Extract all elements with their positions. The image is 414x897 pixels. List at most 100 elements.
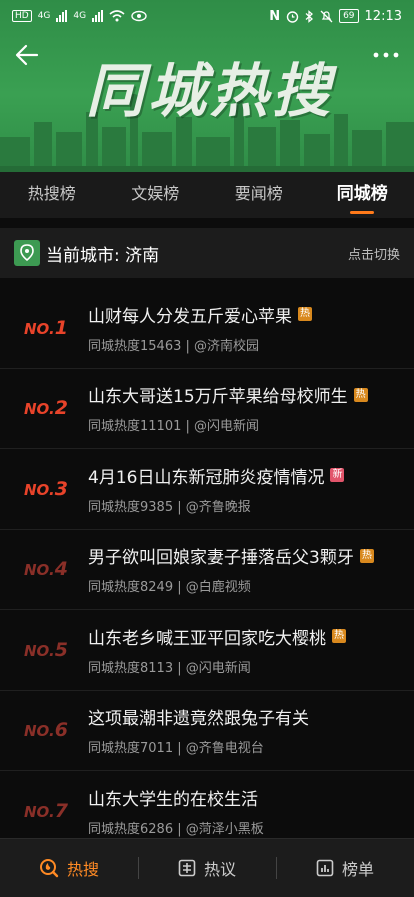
item-title-row: 男子欲叫回娘家妻子捶落岳父3颗牙 热 xyxy=(88,543,414,568)
item-heat: 同城热度9385 xyxy=(88,499,174,515)
hot-list-item[interactable]: NO.1 山财每人分发五斤爱心苹果 热 同城热度15463 | @济南校园 xyxy=(0,288,414,369)
item-source: | @闪电新闻 xyxy=(177,660,251,676)
item-source: | @白鹿视频 xyxy=(177,580,251,596)
eye-icon xyxy=(131,10,147,22)
item-meta: 同城热度6286 | @菏泽小黑板 xyxy=(88,818,414,837)
item-content: 山东老乡喊王亚平回家吃大樱桃 热 同城热度8113 | @闪电新闻 xyxy=(88,624,414,676)
hd-indicator: HD xyxy=(12,10,32,22)
mute-icon xyxy=(320,10,333,22)
hot-list-item[interactable]: NO.3 4月16日山东新冠肺炎疫情情况 新 同城热度9385 | @齐鲁晚报 xyxy=(0,449,414,530)
item-content: 4月16日山东新冠肺炎疫情情况 新 同城热度9385 | @齐鲁晚报 xyxy=(88,463,414,515)
item-content: 这项最潮非遗竟然跟兔子有关 同城热度7011 | @齐鲁电视台 xyxy=(88,704,414,756)
nav-discussion-label: 热议 xyxy=(203,860,236,879)
item-title: 4月16日山东新冠肺炎疫情情况 xyxy=(88,467,325,488)
wifi-icon xyxy=(109,10,125,22)
rank-number: NO.6 xyxy=(0,719,88,741)
rank-prefix: NO. xyxy=(24,561,55,580)
nav-ranking-label: 榜单 xyxy=(341,860,374,879)
nav-hot-search[interactable]: 热搜 xyxy=(0,839,138,897)
item-title-row: 山东老乡喊王亚平回家吃大樱桃 热 xyxy=(88,624,414,649)
rank-value: 3 xyxy=(54,477,68,500)
rank-number: NO.5 xyxy=(0,639,88,661)
item-title-row: 这项最潮非遗竟然跟兔子有关 xyxy=(88,704,414,729)
tab-entertainment[interactable]: 文娱榜 xyxy=(104,172,208,218)
rank-value: 5 xyxy=(54,638,68,661)
item-title: 山财每人分发五斤爱心苹果 xyxy=(88,306,292,327)
tab-news[interactable]: 要闻榜 xyxy=(207,172,311,218)
rank-value: 6 xyxy=(54,719,68,742)
battery-indicator: 69 xyxy=(339,9,359,23)
item-source: | @菏泽小黑板 xyxy=(177,821,264,837)
tab-local[interactable]: 同城榜 xyxy=(311,172,414,218)
back-arrow-icon[interactable] xyxy=(14,42,40,68)
item-content: 山东大学生的在校生活 同城热度6286 | @菏泽小黑板 xyxy=(88,785,414,837)
switch-city-link[interactable]: 点击切换 xyxy=(348,244,400,263)
rank-prefix: NO. xyxy=(24,722,55,741)
network-type: 4G xyxy=(37,11,51,21)
item-badge: 热 xyxy=(359,548,374,563)
item-title-row: 山东大学生的在校生活 xyxy=(88,785,414,810)
clock: 12:13 xyxy=(364,8,402,24)
bluetooth-icon xyxy=(305,9,314,23)
hot-list-item[interactable]: NO.6 这项最潮非遗竟然跟兔子有关 同城热度7011 | @齐鲁电视台 xyxy=(0,691,414,771)
network-type: 4G xyxy=(73,11,87,21)
item-meta: 同城热度8249 | @白鹿视频 xyxy=(88,576,414,595)
banner-title: 同城热搜 xyxy=(86,57,335,125)
item-badge: 热 xyxy=(353,387,368,402)
item-title: 山东大学生的在校生活 xyxy=(88,789,258,810)
rank-prefix: NO. xyxy=(24,802,55,821)
item-meta: 同城热度11101 | @闪电新闻 xyxy=(88,415,414,434)
location-pin-icon xyxy=(14,240,40,266)
rank-number: NO.3 xyxy=(0,478,88,500)
status-bar: HD 4G 4G N 69 12:13 xyxy=(0,0,414,32)
chart-list-icon xyxy=(316,859,334,877)
bottom-nav: 热搜 热议 榜单 xyxy=(0,838,414,897)
nav-discussion[interactable]: 热议 xyxy=(138,839,276,897)
current-city-label: 当前城市: 济南 xyxy=(46,245,160,266)
item-title-row: 山财每人分发五斤爱心苹果 热 xyxy=(88,302,414,327)
hot-list-item[interactable]: NO.4 男子欲叫回娘家妻子捶落岳父3颗牙 热 同城热度8249 | @白鹿视频 xyxy=(0,530,414,610)
item-source: | @齐鲁电视台 xyxy=(177,741,264,757)
item-badge: 热 xyxy=(332,629,346,644)
item-title-row: 4月16日山东新冠肺炎疫情情况 新 xyxy=(88,463,414,488)
item-title: 这项最潮非遗竟然跟兔子有关 xyxy=(88,709,309,730)
alarm-icon xyxy=(286,10,299,23)
rank-prefix: NO. xyxy=(24,480,55,499)
item-meta: 同城热度15463 | @济南校园 xyxy=(88,335,414,354)
hot-list-item[interactable]: NO.5 山东老乡喊王亚平回家吃大樱桃 热 同城热度8113 | @闪电新闻 xyxy=(0,610,414,691)
item-meta: 同城热度8113 | @闪电新闻 xyxy=(88,657,414,676)
item-heat: 同城热度7011 xyxy=(88,741,174,757)
nfc-icon: N xyxy=(269,8,281,24)
rank-value: 4 xyxy=(54,558,68,581)
item-title: 山东大哥送15万斤苹果给母校师生 xyxy=(88,387,348,408)
item-heat: 同城热度6286 xyxy=(88,821,174,837)
item-heat: 同城热度8113 xyxy=(88,660,174,676)
rank-value: 7 xyxy=(54,799,68,822)
hot-list-item[interactable]: NO.2 山东大哥送15万斤苹果给母校师生 热 同城热度11101 | @闪电新… xyxy=(0,369,414,449)
rank-number: NO.1 xyxy=(0,317,88,339)
rank-number: NO.2 xyxy=(0,397,88,419)
hot-list: NO.1 山财每人分发五斤爱心苹果 热 同城热度15463 | @济南校园 NO… xyxy=(0,288,414,852)
item-heat: 同城热度8249 xyxy=(88,580,174,596)
discussion-icon xyxy=(178,859,196,877)
signal-icon xyxy=(56,10,68,22)
item-title-row: 山东大哥送15万斤苹果给母校师生 热 xyxy=(88,382,414,407)
nav-ranking[interactable]: 榜单 xyxy=(276,839,414,897)
rank-number: NO.4 xyxy=(0,558,88,580)
item-badge: 热 xyxy=(298,307,312,322)
current-city-bar: 当前城市: 济南 点击切换 xyxy=(0,228,414,278)
rank-prefix: NO. xyxy=(24,319,55,338)
item-source: | @济南校园 xyxy=(185,338,260,354)
ranking-tabs: 热搜榜 文娱榜 要闻榜 同城榜 xyxy=(0,172,414,218)
item-heat: 同城热度11101 xyxy=(88,419,182,435)
item-title: 山东老乡喊王亚平回家吃大樱桃 xyxy=(88,628,326,649)
more-options-icon[interactable] xyxy=(372,48,400,62)
item-content: 山东大哥送15万斤苹果给母校师生 热 同城热度11101 | @闪电新闻 xyxy=(88,382,414,434)
item-content: 山财每人分发五斤爱心苹果 热 同城热度15463 | @济南校园 xyxy=(88,302,414,354)
search-flame-icon xyxy=(39,859,59,878)
item-meta: 同城热度9385 | @齐鲁晚报 xyxy=(88,496,414,515)
item-source: | @齐鲁晚报 xyxy=(177,499,251,515)
signal-icon xyxy=(92,10,104,22)
rank-value: 2 xyxy=(54,397,68,420)
tab-hot-search[interactable]: 热搜榜 xyxy=(0,172,104,218)
